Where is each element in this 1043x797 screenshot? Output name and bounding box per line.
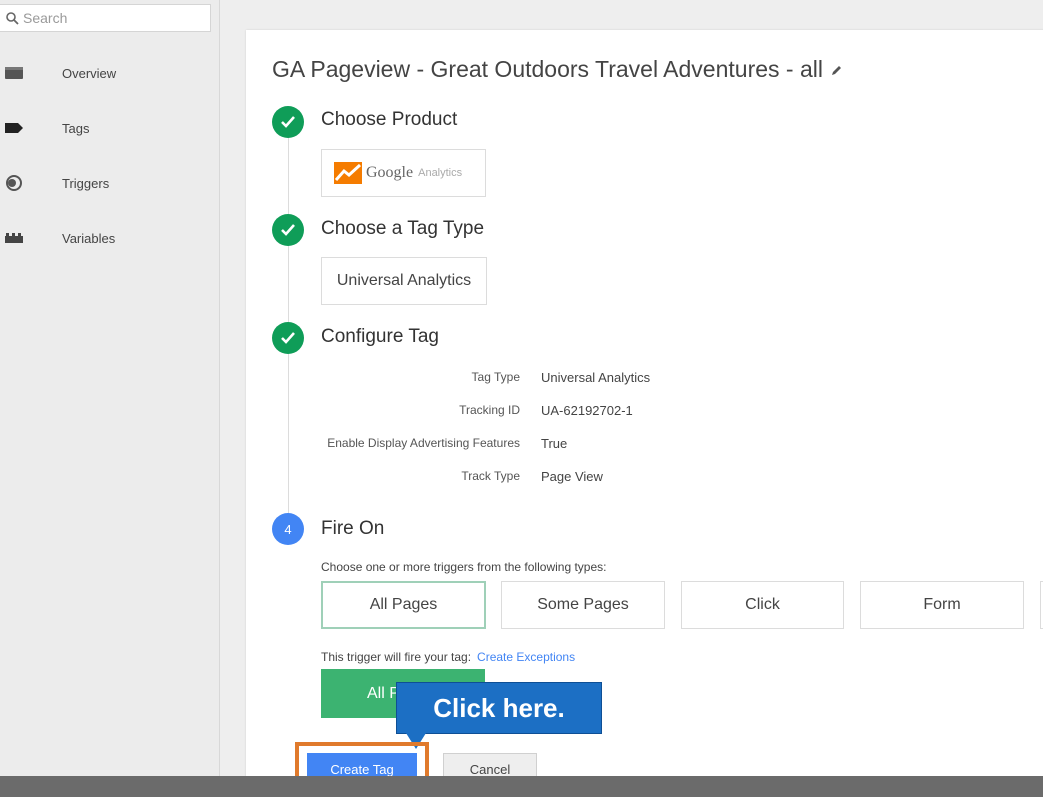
blocks-icon	[4, 230, 24, 246]
trigger-click[interactable]: Click	[681, 581, 844, 629]
google-analytics-logo-icon	[334, 162, 362, 184]
step-number-badge: 4	[272, 513, 304, 545]
tutorial-callout: Click here.	[396, 682, 602, 734]
config-value: Page View	[541, 469, 603, 484]
trigger-icon	[4, 175, 24, 191]
tag-icon	[4, 120, 24, 136]
config-key: Tag Type	[471, 370, 520, 384]
sidebar-item-triggers[interactable]: Triggers	[0, 168, 220, 198]
product-google-text: Google	[366, 164, 414, 181]
step-choose-product[interactable]: Choose Product	[321, 109, 457, 131]
search-icon	[6, 12, 19, 25]
config-value: UA-62192702-1	[541, 403, 633, 418]
step-complete-icon	[272, 322, 304, 354]
config-key: Enable Display Advertising Features	[327, 436, 520, 450]
config-row: Enable Display Advertising Features True	[300, 436, 800, 456]
config-value: True	[541, 436, 568, 451]
folder-icon	[4, 65, 24, 81]
create-exceptions-link[interactable]: Create Exceptions	[477, 650, 575, 664]
sidebar-item-overview[interactable]: Overview	[0, 58, 220, 88]
config-row: Tag Type Universal Analytics	[300, 370, 800, 390]
page-title: GA Pageview - Great Outdoors Travel Adve…	[272, 56, 843, 83]
step-choose-tag-type[interactable]: Choose a Tag Type	[321, 218, 484, 240]
config-row: Track Type Page View	[300, 469, 800, 489]
sidebar-item-label: Overview	[62, 65, 117, 81]
search-placeholder: Search	[23, 10, 68, 26]
step-fire-on: Fire On	[321, 518, 385, 539]
tag-type-universal-analytics[interactable]: Universal Analytics	[321, 257, 487, 305]
config-row: Tracking ID UA-62192702-1	[300, 403, 800, 423]
config-value: Universal Analytics	[541, 370, 651, 385]
search-input[interactable]: Search	[0, 4, 211, 32]
trigger-all-pages[interactable]: All Pages	[321, 581, 486, 629]
sidebar-item-label: Tags	[62, 120, 90, 136]
step-configure-tag[interactable]: Configure Tag	[321, 326, 439, 348]
step-complete-icon	[272, 106, 304, 138]
product-google-analytics[interactable]: Google Analytics	[321, 149, 486, 197]
step-complete-icon	[272, 214, 304, 246]
trigger-some-pages[interactable]: Some Pages	[501, 581, 665, 629]
pencil-icon[interactable]	[831, 64, 843, 76]
sidebar-item-variables[interactable]: Variables	[0, 223, 220, 253]
fire-on-hint: Choose one or more triggers from the fol…	[321, 560, 607, 574]
config-key: Tracking ID	[459, 403, 520, 417]
sidebar-item-label: Variables	[62, 230, 116, 246]
sidebar-item-label: Triggers	[62, 175, 110, 191]
config-key: Track Type	[461, 469, 520, 483]
page-title-text: GA Pageview - Great Outdoors Travel Adve…	[272, 56, 823, 82]
bottom-overlay-bar	[0, 776, 1043, 797]
will-fire-text: This trigger will fire your tag: Create E…	[321, 650, 575, 664]
trigger-form[interactable]: Form	[860, 581, 1024, 629]
sidebar-item-tags[interactable]: Tags	[0, 113, 220, 143]
product-analytics-text: Analytics	[418, 167, 463, 179]
sidebar: Search Overview Tags Triggers Variables	[0, 0, 220, 797]
will-fire-label: This trigger will fire your tag:	[321, 650, 472, 664]
